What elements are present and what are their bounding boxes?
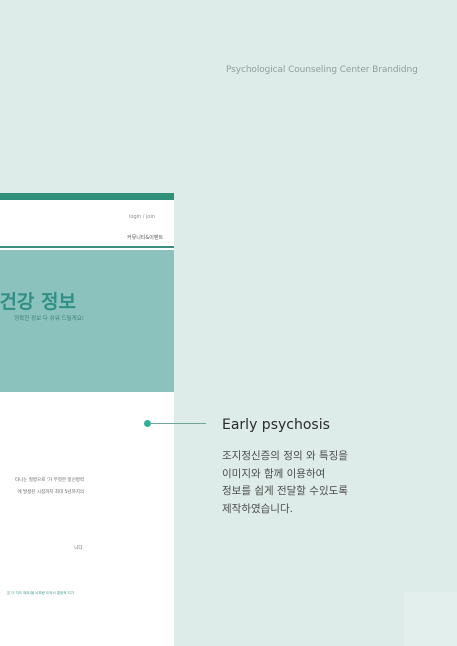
brand-caption: Psychological Counseling Center Brandidn… [226,65,418,75]
callout-title: Early psychosis [222,417,330,433]
login-join-link[interactable]: login / join [129,214,155,220]
callout-description-line: 정보를 쉽게 전달할 수있도록 [222,485,348,497]
nav-item-community-events[interactable]: 커뮤니티&이벤트 [127,234,163,241]
hero-subtitle: 정확한 정보 다 쉬워 드릴게요! [14,316,84,322]
mockup-top-bar [0,193,174,200]
callout-description: 조지정신증의 정의 와 특징을 이미지와 함께 이용하여 정보를 쉽게 전달할 … [222,448,442,518]
body-text-line: 니다. [74,546,84,551]
callout-description-line: 제작하였습니다. [222,502,293,515]
body-text-line: 타나는 질병으로 '가 뚜렷한 정신병력 [14,478,84,483]
callout-description-line: 조지정신증의 정의 와 특징을 [222,450,348,462]
callout-connector-line [150,423,206,424]
corner-decoration [404,592,457,646]
callout-description-line: 이미지와 함께 이용하여 [222,467,326,480]
nav-divider [0,246,174,248]
hero-banner: 건강 정보 정확한 정보 다 쉬워 드릴게요! [0,250,174,392]
body-text-line: 에 발생된 시점까지 최대 5년까지의 [17,490,84,495]
footer-link[interactable]: 은 이 지도 돼요/을 뇌파랑 도와서 결정적 지가 [7,591,74,596]
hero-title: 건강 정보 [0,291,76,313]
